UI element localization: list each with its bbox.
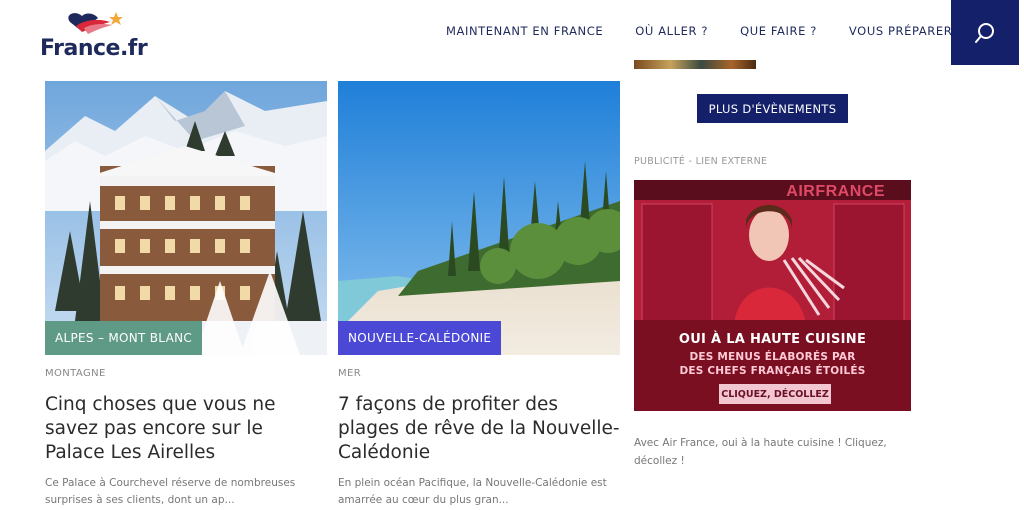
ad-brand: AIRFRANCE [786,183,885,200]
article-image-alpine-hotel[interactable]: ALPES – MONT BLANC [45,81,327,355]
article-excerpt: Ce Palace à Courchevel réserve de nombre… [45,477,296,506]
logo-wordmark: France.fr [40,36,148,61]
alpine-hotel-image [45,81,327,355]
france-fr-logo[interactable]: France.fr [40,10,148,62]
search-button[interactable] [951,0,1019,65]
article-card[interactable]: NOUVELLE-CALÉDONIE MER 7 façons de profi… [338,81,620,509]
ad-label: PUBLICITÉ - LIEN EXTERNE [634,156,768,167]
event-thumbnail-strip[interactable] [634,60,756,69]
article-tag[interactable]: NOUVELLE-CALÉDONIE [338,321,502,355]
ad-subline-2: DES CHEFS FRANÇAIS ÉTOILÉS [679,365,866,377]
article-tag[interactable]: ALPES – MONT BLANC [45,321,203,355]
nav-item-vous-preparer[interactable]: VOUS PRÉPARER [849,24,952,38]
main-nav: MAINTENANT EN FRANCE OÙ ALLER ? QUE FAIR… [446,24,952,38]
logo-bird-icon [68,12,123,34]
article-category[interactable]: MONTAGNE [45,368,327,379]
article-excerpt: En plein océan Pacifique, la Nouvelle-Ca… [338,477,607,506]
nav-item-que-faire[interactable]: QUE FAIRE ? [740,24,817,38]
nav-item-maintenant-en-france[interactable]: MAINTENANT EN FRANCE [446,24,603,38]
article-category[interactable]: MER [338,368,620,379]
tropical-beach-image [338,81,620,355]
article-title[interactable]: 7 façons de profiter des plages de rêve … [338,393,620,465]
search-icon [975,22,994,43]
ad-headline: OUI À LA HAUTE CUISINE [678,332,867,347]
nav-item-ou-aller[interactable]: OÙ ALLER ? [635,24,708,38]
more-events-button[interactable]: PLUS D'ÉVÈNEMENTS [697,94,848,123]
air-france-ad-banner[interactable]: AIRFRANCE OUI À LA HAUTE CUISINE DES MEN… [634,180,911,411]
ad-subline-1: DES MENUS ÉLABORÉS PAR [689,351,856,363]
article-title[interactable]: Cinq choses que vous ne savez pas encore… [45,393,327,465]
ad-cta-button[interactable]: CLIQUEZ, DÉCOLLEZ [719,384,831,404]
article-card[interactable]: ALPES – MONT BLANC MONTAGNE Cinq choses … [45,81,327,509]
ad-caption[interactable]: Avec Air France, oui à la haute cuisine … [634,434,904,470]
article-image-beach[interactable]: NOUVELLE-CALÉDONIE [338,81,620,355]
